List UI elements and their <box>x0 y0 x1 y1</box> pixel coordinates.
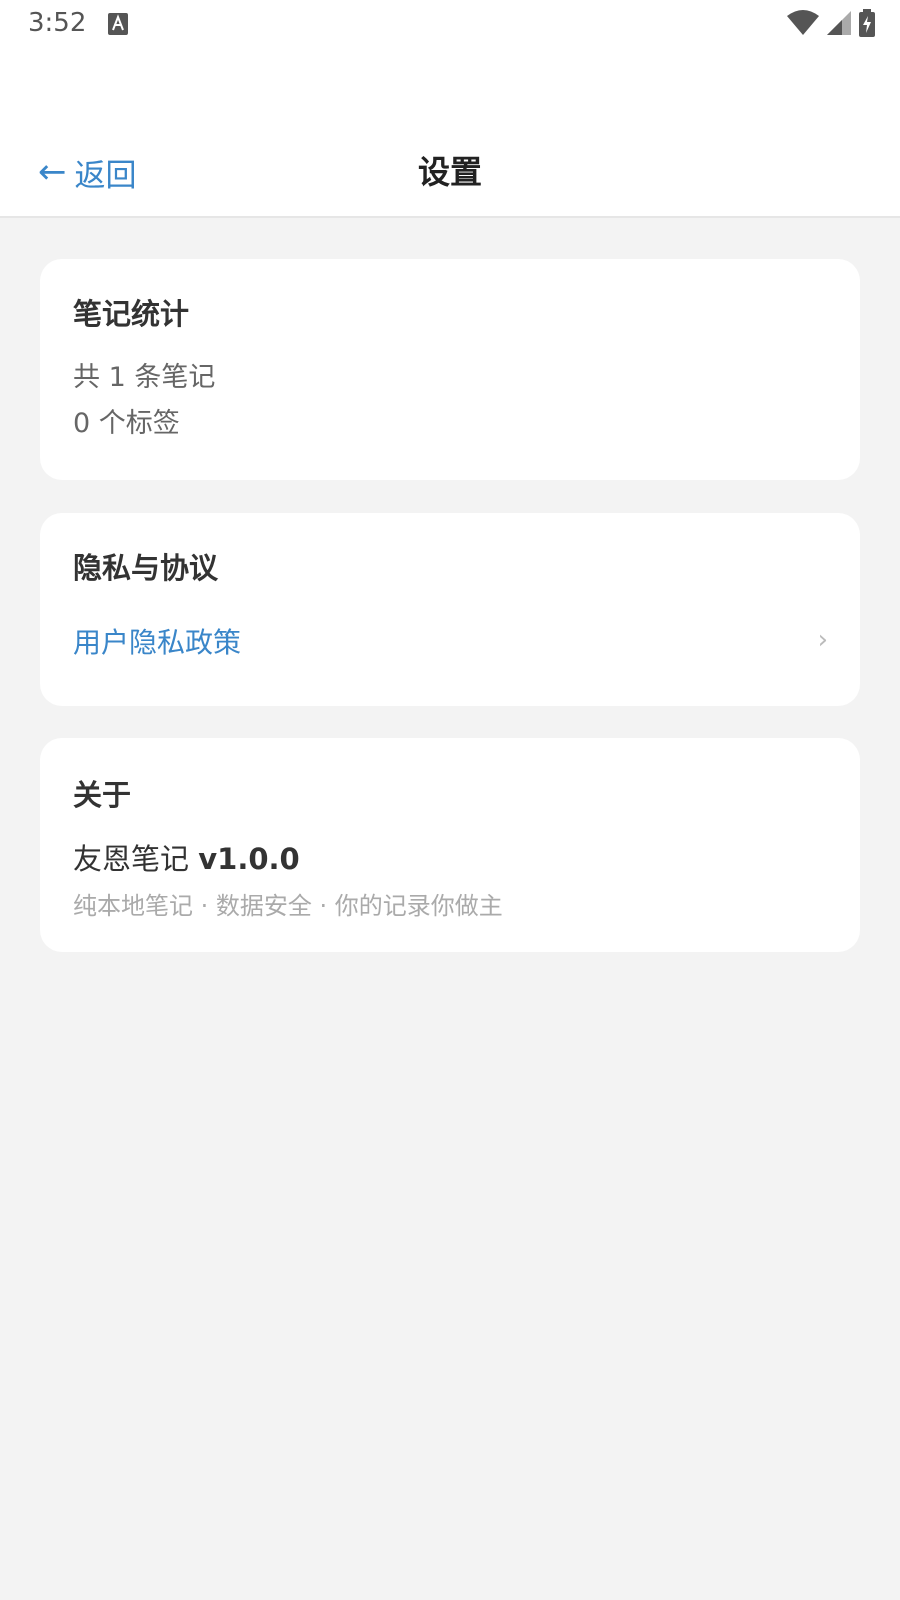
nav-bar: 设置 ← 返回 <box>0 136 900 218</box>
tags-count: 0 个标签 <box>73 408 180 439</box>
cell-signal-icon <box>827 11 851 35</box>
about-title: 关于 <box>73 778 132 812</box>
about-card: 关于 友恩笔记 v1.0.0 纯本地笔记 · 数据安全 · 你的记录你做主 <box>40 738 860 952</box>
privacy-policy-label: 用户隐私政策 <box>73 626 242 659</box>
privacy-title: 隐私与协议 <box>73 551 219 585</box>
wifi-icon <box>787 10 819 35</box>
stats-card: 笔记统计 共 1 条笔记 0 个标签 <box>40 259 860 480</box>
back-arrow-icon: ← <box>38 152 67 192</box>
back-label: 返回 <box>74 157 137 194</box>
app-version: v1.0.0 <box>198 842 300 876</box>
app-name: 友恩笔记 <box>73 842 190 876</box>
privacy-card: 隐私与协议 用户隐私政策 › <box>40 513 860 706</box>
back-button[interactable]: ← 返回 <box>38 150 137 194</box>
status-bar: 3:52 <box>0 0 900 48</box>
battery-charging-icon <box>859 9 875 37</box>
font-a-icon <box>108 13 128 35</box>
status-time: 3:52 <box>28 8 87 38</box>
notes-count: 共 1 条笔记 <box>73 362 216 393</box>
status-icons <box>786 8 876 38</box>
app-name-line: 友恩笔记 v1.0.0 <box>73 836 300 878</box>
header-spacer <box>0 48 900 136</box>
stats-title: 笔记统计 <box>73 297 190 331</box>
privacy-policy-link[interactable]: 用户隐私政策 › <box>40 613 860 673</box>
chevron-right-icon: › <box>817 625 828 655</box>
app-description: 纯本地笔记 · 数据安全 · 你的记录你做主 <box>73 892 503 920</box>
